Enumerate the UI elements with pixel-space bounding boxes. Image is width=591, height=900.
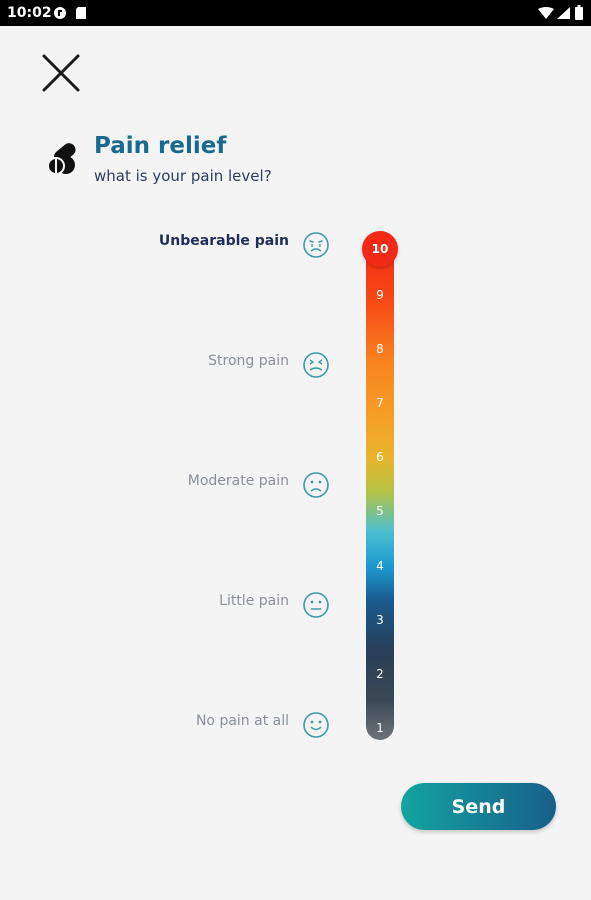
close-button[interactable] — [40, 52, 82, 94]
pills-icon — [47, 143, 76, 175]
slider-tick-8[interactable]: 8 — [366, 342, 394, 356]
wifi-icon — [538, 7, 554, 19]
close-icon — [42, 54, 80, 92]
slider-tick-7[interactable]: 7 — [366, 396, 394, 410]
pain-level-label-little[interactable]: Little pain — [219, 593, 289, 609]
slider-tick-9[interactable]: 9 — [366, 288, 394, 302]
slider-tick-6[interactable]: 6 — [366, 450, 394, 464]
slider-tick-3[interactable]: 3 — [366, 613, 394, 627]
slider-tick-1[interactable]: 1 — [366, 721, 394, 735]
slider-tick-2[interactable]: 2 — [366, 667, 394, 681]
status-bar: 10:02 — [0, 0, 591, 26]
send-button[interactable]: Send — [401, 783, 556, 830]
slider-knob[interactable]: 10 — [362, 231, 398, 267]
neutral-face-icon — [303, 592, 329, 618]
pain-level-label-unbearable[interactable]: Unbearable pain — [159, 233, 289, 249]
sd-card-icon — [76, 7, 86, 19]
pain-level-label-moderate[interactable]: Moderate pain — [188, 473, 289, 489]
pain-level-label-strong[interactable]: Strong pain — [208, 353, 289, 369]
crying-face-icon — [303, 232, 329, 258]
app-notification-icon — [54, 7, 66, 19]
status-time: 10:02 — [7, 5, 52, 21]
frowning-face-icon — [303, 472, 329, 498]
page-title: Pain relief — [94, 133, 227, 159]
pain-level-label-none[interactable]: No pain at all — [196, 713, 289, 729]
slider-tick-4[interactable]: 4 — [366, 559, 394, 573]
pain-level-slider[interactable] — [366, 244, 394, 740]
signal-icon — [557, 7, 570, 19]
slider-tick-5[interactable]: 5 — [366, 504, 394, 518]
smiling-face-icon — [303, 712, 329, 738]
battery-icon — [575, 5, 583, 20]
squinting-face-icon — [303, 352, 329, 378]
page-subtitle: what is your pain level? — [94, 167, 272, 185]
